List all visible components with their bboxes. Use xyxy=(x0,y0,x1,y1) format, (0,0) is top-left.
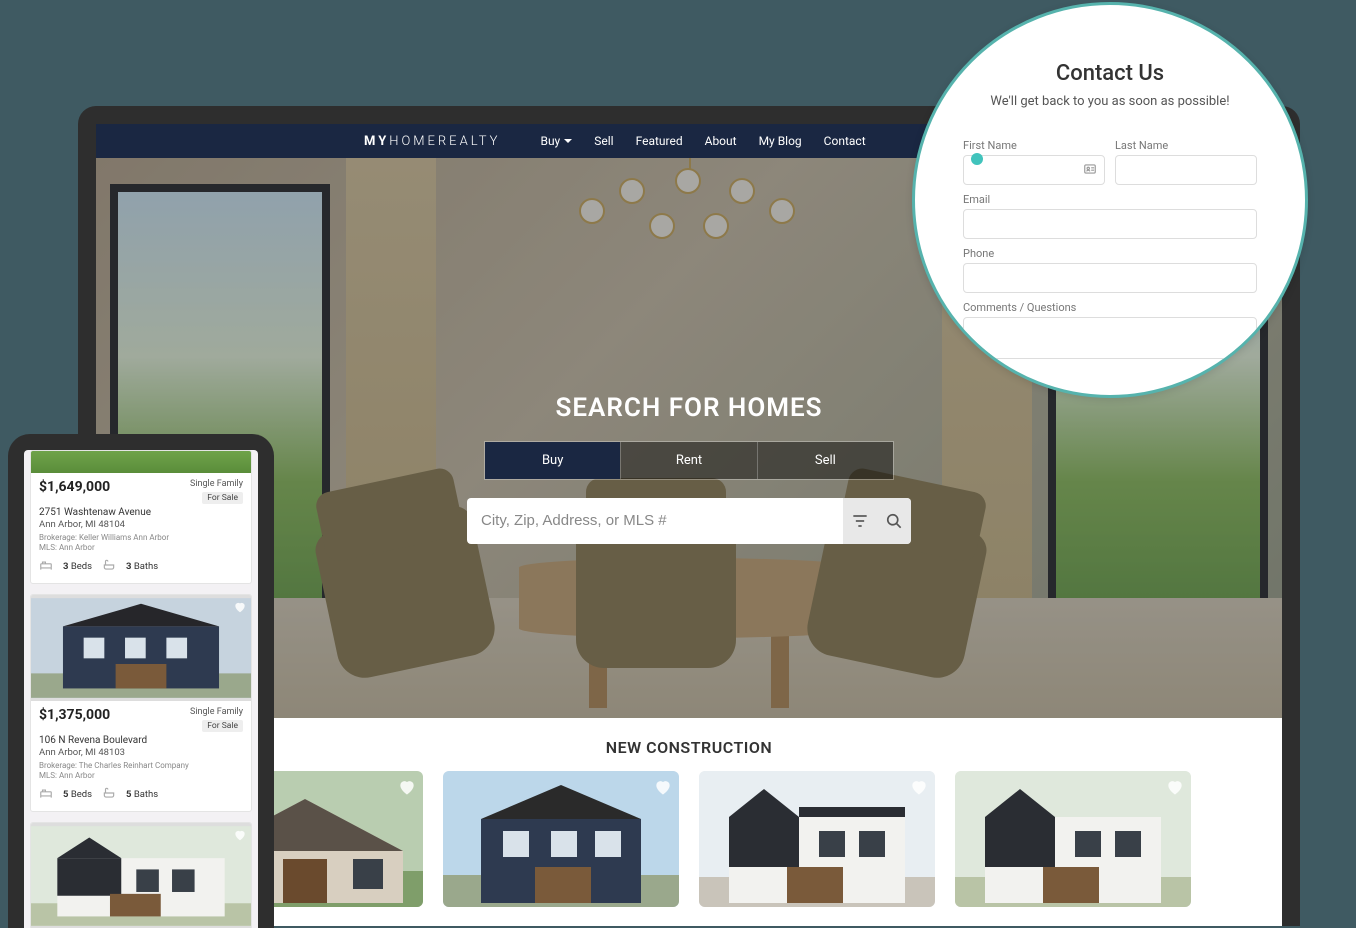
last-name-label: Last Name xyxy=(1115,139,1257,152)
house-illustration xyxy=(443,771,679,907)
house-illustration xyxy=(699,771,935,907)
status-badge: For Sale xyxy=(202,720,243,732)
nav-contact[interactable]: Contact xyxy=(824,134,866,148)
search-mode-tabs: Buy Rent Sell xyxy=(484,441,894,480)
nav-buy[interactable]: Buy xyxy=(540,134,572,148)
callout-origin-dot xyxy=(971,153,983,165)
last-name-input[interactable] xyxy=(1115,155,1257,185)
listing-brokerage: Brokerage: Keller Williams Ann Arbor MLS… xyxy=(39,533,243,553)
filter-icon xyxy=(850,511,870,531)
listing-address: 106 N Revena Boulevard xyxy=(39,735,243,746)
email-input[interactable] xyxy=(963,209,1257,239)
bath-icon xyxy=(102,558,116,575)
mobile-device-frame: $1,649,000 Single Family For Sale 2751 W… xyxy=(8,434,274,928)
listing-stats: 3 Beds 3 Baths xyxy=(39,558,243,575)
email-label: Email xyxy=(963,193,1257,206)
nav-buy-label: Buy xyxy=(540,134,560,148)
tab-rent[interactable]: Rent xyxy=(620,442,756,479)
construction-card[interactable] xyxy=(699,771,935,907)
phone-label: Phone xyxy=(963,247,1257,260)
comments-textarea[interactable] xyxy=(963,317,1257,359)
listing-city: Ann Arbor, MI 48103 xyxy=(39,747,243,758)
listing-type: Single Family For Sale xyxy=(190,479,243,504)
heart-icon[interactable] xyxy=(233,599,247,618)
contact-form: First Name Last Name Email Phone Com xyxy=(963,139,1257,363)
nav-sell[interactable]: Sell xyxy=(594,134,613,148)
search-bar xyxy=(467,498,911,544)
listing-card[interactable]: $1,105,000 Single Family xyxy=(30,822,252,928)
listing-price: $1,649,000 xyxy=(39,479,110,495)
nav-myblog[interactable]: My Blog xyxy=(759,134,802,148)
heart-icon[interactable] xyxy=(1165,777,1185,801)
logo-prefix: MY xyxy=(364,134,389,149)
status-badge: For Sale xyxy=(202,492,243,504)
listing-image xyxy=(31,451,251,473)
tab-buy[interactable]: Buy xyxy=(485,442,620,479)
heart-icon[interactable] xyxy=(397,777,417,801)
heart-icon[interactable] xyxy=(909,777,929,801)
heart-icon[interactable] xyxy=(233,827,247,846)
nav-about[interactable]: About xyxy=(705,134,737,148)
search-input[interactable] xyxy=(467,512,843,529)
contact-card-icon xyxy=(1083,162,1097,179)
listing-stats: 5 Beds 5 Baths xyxy=(39,786,243,803)
chevron-down-icon xyxy=(564,139,572,143)
bed-icon xyxy=(39,558,53,575)
phone-input[interactable] xyxy=(963,263,1257,293)
construction-card[interactable] xyxy=(955,771,1191,907)
listing-card[interactable]: $1,375,000 Single Family For Sale 106 N … xyxy=(30,594,252,812)
listing-type: Single Family For Sale xyxy=(190,707,243,732)
search-icon xyxy=(884,511,904,531)
logo-rest: HOMEREALTY xyxy=(389,134,500,149)
nav-items: Buy Sell Featured About My Blog Contact xyxy=(540,134,865,148)
house-illustration xyxy=(955,771,1191,907)
contact-subtitle: We'll get back to you as soon as possibl… xyxy=(963,94,1257,109)
search-button[interactable] xyxy=(877,498,911,544)
contact-us-popover: Contact Us We'll get back to you as soon… xyxy=(912,2,1308,398)
bath-icon xyxy=(102,786,116,803)
listing-image xyxy=(31,823,251,928)
contact-title: Contact Us xyxy=(963,61,1257,86)
listing-image xyxy=(31,595,251,701)
bed-icon xyxy=(39,786,53,803)
comments-label: Comments / Questions xyxy=(963,301,1257,314)
mobile-screen: $1,649,000 Single Family For Sale 2751 W… xyxy=(24,450,258,928)
listing-brokerage: Brokerage: The Charles Reinhart Company … xyxy=(39,761,243,781)
first-name-label: First Name xyxy=(963,139,1105,152)
tab-sell[interactable]: Sell xyxy=(757,442,893,479)
listing-card[interactable]: $1,649,000 Single Family For Sale 2751 W… xyxy=(30,450,252,584)
listing-price: $1,375,000 xyxy=(39,707,110,723)
listing-address: 2751 Washtenaw Avenue xyxy=(39,507,243,518)
construction-card[interactable] xyxy=(443,771,679,907)
listing-city: Ann Arbor, MI 48104 xyxy=(39,519,243,530)
hero-title: SEARCH FOR HOMES xyxy=(459,393,919,423)
filter-button[interactable] xyxy=(843,498,877,544)
site-logo[interactable]: MYHOMEREALTY xyxy=(364,134,500,149)
nav-featured[interactable]: Featured xyxy=(636,134,683,148)
heart-icon[interactable] xyxy=(653,777,673,801)
